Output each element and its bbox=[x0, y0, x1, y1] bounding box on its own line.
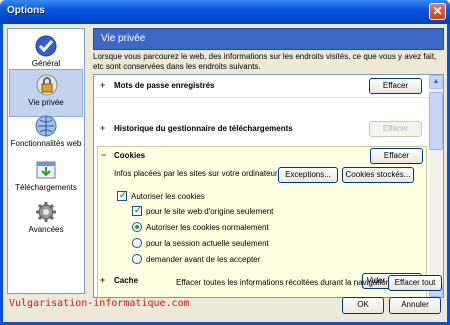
expand-icon[interactable]: + bbox=[100, 81, 107, 90]
allow-cookies-checkbox[interactable] bbox=[117, 190, 127, 201]
sidebar-item-label: Vie privée bbox=[28, 98, 64, 107]
page-title: Vie privée bbox=[101, 33, 146, 44]
window-title: Options bbox=[7, 5, 45, 16]
allow-cookies-label: Autoriser les cookies bbox=[131, 192, 205, 201]
ask-before-label: demander avant de les accepter bbox=[146, 255, 261, 264]
clear-all-button[interactable]: Effacer tout bbox=[388, 275, 442, 291]
sidebar-item-privacy[interactable]: Vie privée bbox=[9, 69, 83, 117]
clear-all-label: Effacer toutes les informations récoltée… bbox=[176, 278, 395, 287]
section-title: Cache bbox=[114, 276, 139, 285]
clear-cookies-button[interactable]: Effacer bbox=[370, 148, 423, 164]
sidebar-item-downloads[interactable]: Téléchargements bbox=[9, 155, 83, 203]
list-item-downloads-history: + Historique du gestionnaire de téléchar… bbox=[94, 118, 429, 140]
scroll-up-icon[interactable]: ▲ bbox=[429, 75, 443, 89]
privacy-description: Lorsque vous parcourez le web, des infor… bbox=[93, 52, 437, 71]
download-icon bbox=[36, 161, 56, 179]
session-only-radio[interactable] bbox=[132, 238, 142, 248]
origin-only-label: pour le site web d'origine seulement bbox=[146, 207, 274, 216]
expand-icon[interactable]: + bbox=[100, 276, 107, 285]
dialog-body: Général Vie privée Fonctionnalités web T… bbox=[3, 24, 447, 322]
privacy-items-list: + Mots de passe enregistrés Effacer + Hi… bbox=[93, 74, 444, 298]
allow-normally-label: Autoriser les cookies normalement bbox=[146, 223, 269, 232]
origin-only-checkbox[interactable] bbox=[132, 205, 142, 216]
options-window: Options ✕ Général Vie privée Fonctionnal… bbox=[0, 0, 450, 325]
close-icon[interactable]: ✕ bbox=[429, 3, 446, 20]
globe-icon bbox=[35, 115, 57, 137]
title-bar[interactable]: Options ✕ bbox=[0, 0, 450, 24]
sidebar-item-label: Fonctionnalités web bbox=[10, 139, 82, 148]
sidebar-item-advanced[interactable]: Avancées bbox=[9, 197, 83, 245]
clear-downloads-button[interactable]: Effacer bbox=[369, 121, 422, 137]
scroll-thumb[interactable] bbox=[429, 92, 443, 150]
watermark-text: Vulgarisation-informatique.com bbox=[9, 298, 190, 309]
category-sidebar: Général Vie privée Fonctionnalités web T… bbox=[7, 28, 85, 294]
list-item-passwords: + Mots de passe enregistrés Effacer bbox=[94, 75, 429, 97]
sidebar-item-label: Avancées bbox=[28, 225, 64, 234]
stored-cookies-button[interactable]: Cookies stockés... bbox=[342, 167, 414, 183]
section-title: Cookies bbox=[114, 151, 146, 160]
divider bbox=[94, 97, 429, 98]
cancel-button[interactable]: Annuler bbox=[389, 297, 441, 314]
ok-button[interactable]: OK bbox=[342, 297, 384, 314]
exceptions-button[interactable]: Exceptions... bbox=[278, 167, 338, 183]
sidebar-item-label: Général bbox=[31, 59, 61, 68]
collapse-icon[interactable]: − bbox=[101, 151, 108, 160]
sidebar-item-label: Téléchargements bbox=[15, 183, 77, 192]
section-title: Mots de passe enregistrés bbox=[114, 81, 215, 90]
expand-icon[interactable]: + bbox=[100, 124, 107, 133]
sidebar-item-web-features[interactable]: Fonctionnalités web bbox=[9, 111, 83, 159]
page-header: Vie privée bbox=[93, 28, 444, 50]
section-title: Historique du gestionnaire de télécharge… bbox=[114, 124, 293, 133]
lock-icon bbox=[36, 74, 58, 96]
checkmark-icon bbox=[35, 35, 57, 57]
ask-before-radio[interactable] bbox=[132, 254, 142, 264]
list-scrollbar[interactable]: ▲ ▼ bbox=[429, 75, 443, 297]
cookies-info-label: Infos placées par les sites sur votre or… bbox=[114, 169, 278, 178]
allow-normally-radio[interactable] bbox=[132, 222, 142, 232]
session-only-label: pour la session actuelle seulement bbox=[146, 239, 269, 248]
gear-icon bbox=[36, 202, 56, 222]
clear-passwords-button[interactable]: Effacer bbox=[369, 78, 422, 94]
